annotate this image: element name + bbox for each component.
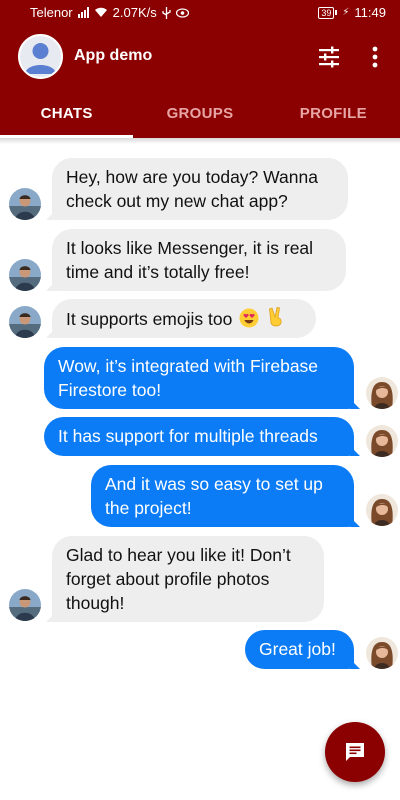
user-avatar[interactable] (366, 425, 398, 457)
message-text: It supports emojis too (66, 309, 233, 329)
message-bubble[interactable]: And it was so easy to set up the project… (91, 465, 360, 527)
clock: 11:49 (354, 5, 386, 20)
battery-icon: 39 (318, 6, 338, 19)
message-bubble[interactable]: Great job! (245, 630, 360, 669)
user-avatar[interactable] (366, 637, 398, 669)
contact-avatar[interactable] (9, 259, 41, 291)
message-bubble[interactable]: It supports emojis too (46, 299, 316, 338)
contact-avatar[interactable] (9, 589, 41, 621)
wifi-icon (94, 7, 107, 17)
victory-hand-emoji-icon (269, 307, 282, 327)
user-avatar[interactable] (366, 494, 398, 526)
contact-avatar[interactable] (9, 306, 41, 338)
tab-groups[interactable]: GROUPS (133, 88, 266, 138)
tab-chats[interactable]: CHATS (0, 88, 133, 138)
message-bubble[interactable]: Hey, how are you today? Wanna check out … (46, 158, 348, 220)
signal-icon (77, 7, 89, 18)
usb-icon (162, 6, 171, 19)
message-bubble[interactable]: Glad to hear you like it! Don’t forget a… (46, 536, 324, 622)
message-bubble[interactable]: It has support for multiple threads (44, 417, 360, 456)
message-bubble[interactable]: Wow, it’s integrated with Firebase Fires… (44, 347, 360, 409)
contact-avatar[interactable] (9, 188, 41, 220)
app-title: App demo (74, 47, 153, 64)
message-bubble[interactable]: It looks like Messenger, it is real time… (46, 229, 346, 291)
tune-icon[interactable] (316, 44, 342, 70)
tab-bar: CHATS GROUPS PROFILE (0, 88, 400, 138)
charging-icon: ⚡ (342, 7, 350, 18)
carrier-label: Telenor (30, 5, 73, 20)
more-vert-icon[interactable] (363, 44, 387, 70)
user-avatar[interactable] (366, 377, 398, 409)
app-bar: App demo (0, 26, 400, 88)
message-icon (346, 743, 364, 761)
network-speed: 2.07K/s (112, 5, 157, 20)
user-avatar-icon[interactable] (18, 34, 63, 79)
eye-icon (175, 7, 189, 18)
battery-level: 39 (318, 6, 335, 19)
tab-profile[interactable]: PROFILE (267, 88, 400, 138)
new-message-button[interactable] (325, 722, 385, 782)
tab-shadow (0, 138, 400, 144)
heart-eyes-emoji-icon (239, 308, 259, 328)
status-bar: Telenor 2.07K/s 39 ⚡ 11:49 (0, 0, 400, 26)
